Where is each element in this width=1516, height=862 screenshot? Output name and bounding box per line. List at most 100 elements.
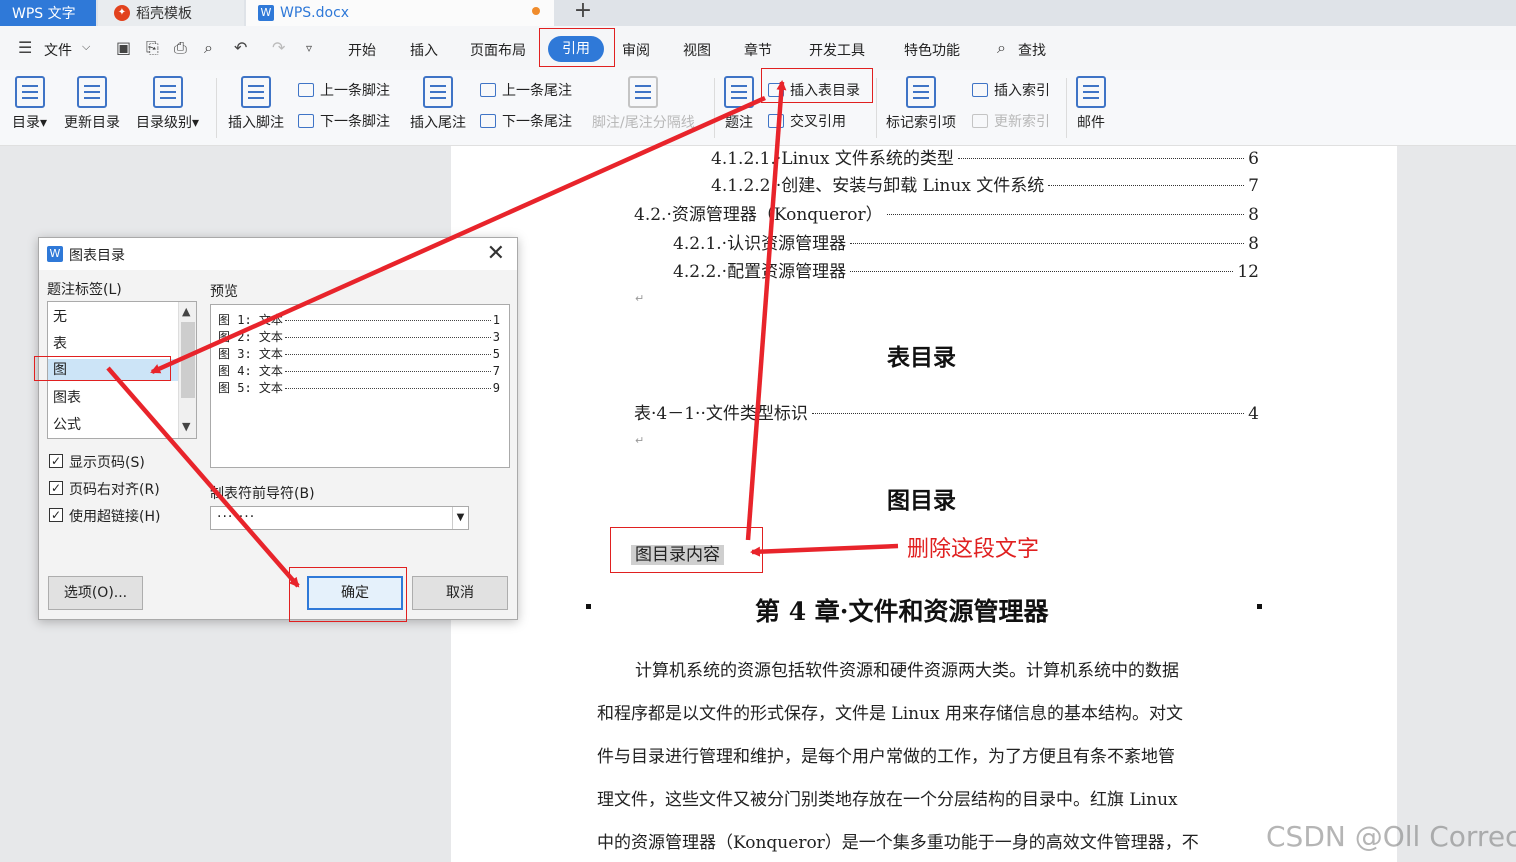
cross-reference-button[interactable]: 交叉引用: [768, 111, 846, 131]
cancel-button[interactable]: 取消: [412, 576, 508, 610]
figure-toc-placeholder[interactable]: 图目录内容: [631, 540, 724, 565]
next-endnote-button[interactable]: 下一条尾注: [480, 111, 572, 131]
undo-icon[interactable]: ↶: [234, 38, 247, 57]
print-icon[interactable]: ⎙: [174, 38, 187, 58]
save-icon[interactable]: ▣: [116, 38, 131, 57]
toc-entry[interactable]: 4.2.·资源管理器（Konqueror） 8: [634, 200, 1259, 225]
menu-developer[interactable]: 开发工具: [809, 40, 865, 60]
preview-line: 图 2: 文本 3: [218, 328, 500, 345]
show-page-checkbox[interactable]: ✓: [49, 454, 63, 468]
next-footnote-label: 下一条脚注: [320, 114, 390, 130]
tab-leader-heading: 制表符前导符(B): [210, 486, 315, 502]
menu-page-layout[interactable]: 页面布局: [470, 40, 526, 60]
toc-entry[interactable]: 4.2.2.·配置资源管理器 12: [673, 257, 1259, 282]
menu-home[interactable]: 开始: [348, 40, 376, 60]
scroll-down-icon[interactable]: ▼: [182, 420, 190, 433]
list-item[interactable]: 图表: [53, 387, 81, 407]
scroll-thumb[interactable]: [181, 322, 195, 398]
insert-index-button[interactable]: 插入索引: [972, 80, 1050, 100]
body-paragraph-line: 中的资源管理器（Konqueror）是一个集多重功能于一身的高效文件管理器，不: [597, 833, 1199, 853]
insert-table-toc-button[interactable]: 插入表目录: [768, 80, 860, 100]
separator-line-button[interactable]: 脚注/尾注分隔线: [592, 76, 695, 132]
menu-view[interactable]: 视图: [683, 40, 711, 60]
cross-reference-icon: [768, 114, 784, 128]
new-tab-button[interactable]: +: [560, 0, 606, 26]
preview-line-page: 5: [492, 347, 500, 361]
tab-wps-writer[interactable]: WPS 文字: [0, 0, 96, 26]
scroll-up-icon[interactable]: ▲: [182, 305, 190, 318]
separator-line-label: 脚注/尾注分隔线: [592, 115, 695, 131]
menu-review[interactable]: 审阅: [622, 40, 650, 60]
chevron-down-icon[interactable]: ⌵: [82, 40, 90, 54]
caption-label-list[interactable]: 无 表 图 图表 公式 ▲ ▼: [47, 301, 197, 439]
caption-label: 题注: [725, 115, 753, 131]
preview-leader: [284, 371, 491, 372]
menu-find[interactable]: 查找: [1018, 40, 1046, 60]
separator-line-icon: [628, 76, 659, 108]
menu-chapter[interactable]: 章节: [744, 40, 772, 60]
mail-button[interactable]: 邮件: [1076, 76, 1106, 132]
menu-references[interactable]: 引用: [548, 36, 604, 62]
body-paragraph-line: 件与目录进行管理和维护，是每个用户常做的工作，为了方便且有条不紊地管: [597, 747, 1175, 767]
print-preview-icon[interactable]: ⌕: [204, 38, 213, 58]
preview-leader: [284, 388, 491, 389]
prev-footnote-button[interactable]: 上一条脚注: [298, 80, 390, 100]
toc-entry[interactable]: 4.2.1.·认识资源管理器 8: [673, 229, 1259, 254]
tab-daoke-templates[interactable]: ✦ 稻壳模板: [98, 0, 244, 26]
preview-line: 图 4: 文本 7: [218, 362, 500, 379]
list-item-selected[interactable]: 图: [48, 359, 178, 381]
align-right-checkbox[interactable]: ✓: [49, 481, 63, 495]
search-icon[interactable]: ⌕: [997, 38, 1006, 58]
paragraph-mark-icon: ↵: [635, 434, 645, 447]
options-button[interactable]: 选项(O)...: [48, 576, 143, 610]
insert-footnote-button[interactable]: 插入脚注: [228, 76, 284, 132]
tab-leader-select[interactable]: ······· ▼: [210, 506, 469, 530]
csdn-watermark: CSDN @Oll Correct: [1266, 820, 1516, 853]
preview-line-page: 9: [492, 381, 500, 395]
chevron-down-icon[interactable]: ▼: [452, 507, 468, 529]
figure-toc-heading: 图目录: [887, 487, 956, 514]
export-icon[interactable]: ⎘: [146, 38, 159, 58]
hamburger-icon[interactable]: ☰: [18, 38, 32, 57]
close-icon[interactable]: ✕: [487, 241, 505, 266]
toc-entry-page: 7: [1248, 176, 1259, 196]
caption-button[interactable]: 题注: [724, 76, 754, 132]
list-item[interactable]: 表: [53, 333, 67, 353]
tab-document[interactable]: W WPS.docx: [246, 0, 554, 26]
insert-table-toc-label: 插入表目录: [790, 83, 860, 99]
toc-entry[interactable]: 4.1.2.2.·创建、安装与卸载 Linux 文件系统 7: [711, 171, 1259, 196]
next-footnote-button[interactable]: 下一条脚注: [298, 111, 390, 131]
hyperlink-checkbox[interactable]: ✓: [49, 508, 63, 522]
toc-button[interactable]: 目录▾: [12, 76, 47, 132]
insert-endnote-button[interactable]: 插入尾注: [410, 76, 466, 132]
update-index-button[interactable]: 更新索引: [972, 111, 1050, 131]
preview-line-page: 3: [492, 330, 500, 344]
mark-index-button[interactable]: 标记索引项: [886, 76, 956, 132]
toc-leader: [850, 271, 1234, 272]
list-scrollbar[interactable]: ▲ ▼: [178, 302, 196, 438]
menu-file[interactable]: 文件: [44, 40, 72, 60]
list-item[interactable]: 公式: [53, 414, 81, 434]
prev-endnote-button[interactable]: 上一条尾注: [480, 80, 572, 100]
menu-features[interactable]: 特色功能: [904, 40, 960, 60]
update-index-icon: [972, 114, 988, 128]
wps-doc-icon: W: [258, 5, 274, 21]
preview-box: 图 1: 文本 1 图 2: 文本 3 图 3: 文本 5 图 4: 文本 7 图 5:…: [210, 304, 510, 468]
list-item[interactable]: 无: [53, 306, 67, 326]
preview-line: 图 3: 文本 5: [218, 345, 500, 362]
update-index-label: 更新索引: [994, 114, 1050, 130]
update-toc-button[interactable]: 更新目录: [64, 76, 120, 132]
table-toc-icon: [768, 83, 784, 97]
table-toc-entry[interactable]: 表·4－1··文件类型标识 4: [634, 399, 1259, 424]
ok-button[interactable]: 确定: [307, 576, 403, 610]
document-page[interactable]: 4.1.2.1.·Linux 文件系统的类型 6 4.1.2.2.·创建、安装与卸…: [451, 146, 1397, 862]
menu-insert[interactable]: 插入: [410, 40, 438, 60]
next-endnote-icon: [480, 114, 496, 128]
toc-entry[interactable]: 4.1.2.1.·Linux 文件系统的类型 6: [711, 146, 1259, 169]
toc-level-button[interactable]: 目录级别▾: [136, 76, 199, 132]
toc-leader: [811, 413, 1245, 414]
redo-icon[interactable]: ↷: [272, 38, 285, 57]
caption-label-heading: 题注标签(L): [47, 282, 122, 298]
annotation-delete-text: 删除这段文字: [907, 537, 1040, 562]
customize-dropdown-icon[interactable]: ▿: [306, 41, 312, 55]
